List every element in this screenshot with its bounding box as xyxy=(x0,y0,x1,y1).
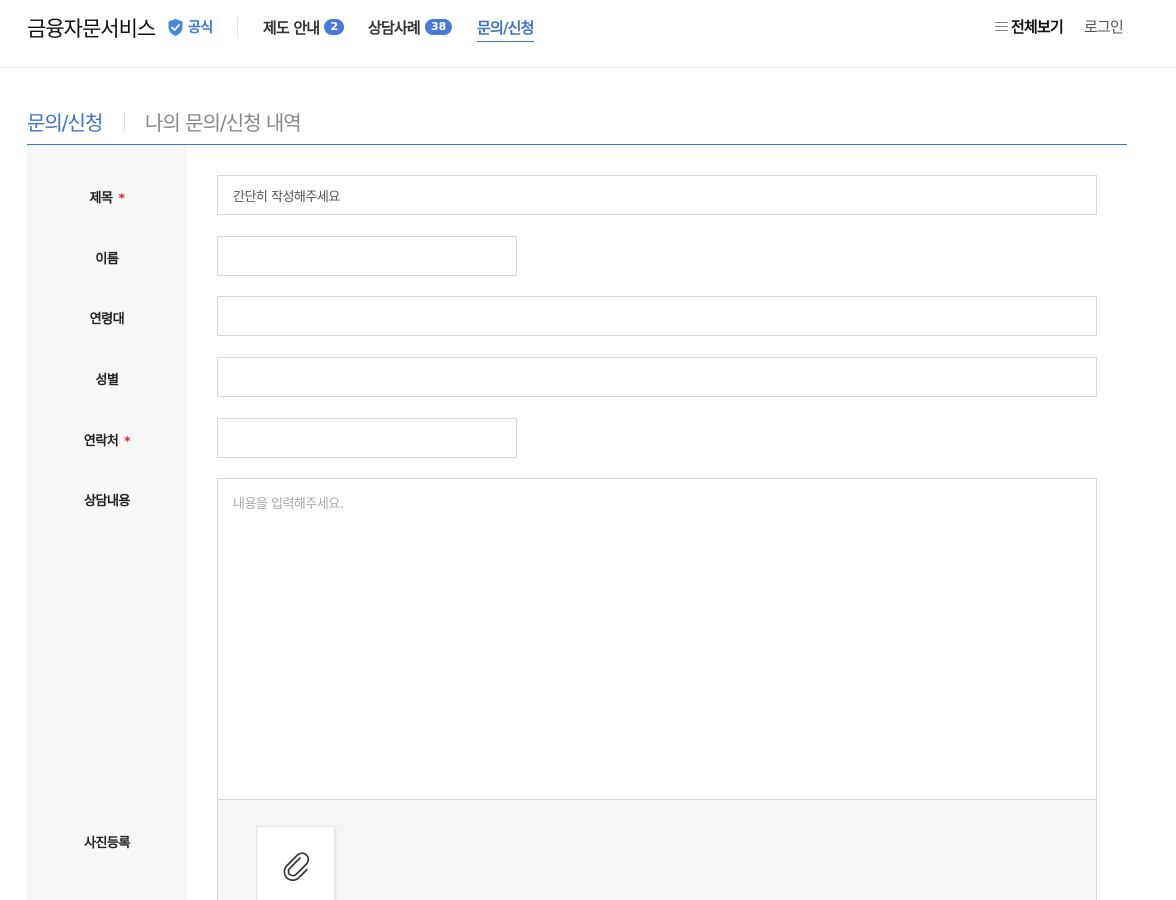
contact-input[interactable] xyxy=(217,418,517,458)
contact-field-label: 연락처 * xyxy=(27,430,187,449)
nav-case-studies[interactable]: 상담사례 38 xyxy=(368,16,453,38)
nav-inquiry[interactable]: 문의/신청 xyxy=(477,16,534,42)
tab-my-inquiries[interactable]: 나의 문의/신청 내역 xyxy=(145,107,302,136)
title-field-label: 제목 * xyxy=(27,187,187,206)
official-badge: 공식 xyxy=(188,20,213,36)
photo-upload-area xyxy=(217,799,1097,900)
photo-field-label: 사진등록 xyxy=(84,836,130,851)
menu-icon xyxy=(995,21,1008,32)
view-all-menu-button[interactable]: 전체보기 xyxy=(995,16,1064,37)
content-textarea[interactable]: 내용을 입력해주세요. xyxy=(217,478,1097,800)
count-badge: 2 xyxy=(324,19,345,35)
label-text: 연락처 xyxy=(83,434,119,449)
title-input[interactable]: 간단히 작성해주세요 xyxy=(217,175,1097,215)
age-input[interactable] xyxy=(217,296,1097,336)
tab-inquiry[interactable]: 문의/신청 xyxy=(27,107,103,136)
nav-label: 문의/신청 xyxy=(477,19,534,37)
site-brand[interactable]: 금융자문서비스 xyxy=(27,13,156,43)
content-field-label: 상담내용 xyxy=(84,494,130,509)
login-link[interactable]: 로그인 xyxy=(1084,16,1124,37)
name-field-label: 이름 xyxy=(95,252,119,267)
gender-field-label: 성별 xyxy=(95,373,119,388)
label-text: 제목 xyxy=(89,191,113,206)
name-input[interactable] xyxy=(217,236,517,276)
paperclip-icon xyxy=(283,852,309,881)
inquiry-form: 제목 * 간단히 작성해주세요 이름 연령대 성별 연락처 * 상담내용 내용을 입… xyxy=(27,145,1127,900)
view-all-label: 전체보기 xyxy=(1011,18,1064,36)
attach-file-button[interactable] xyxy=(256,826,335,900)
nav-system-guide[interactable]: 제도 안내 2 xyxy=(263,16,345,38)
required-mark: * xyxy=(118,191,125,205)
gender-input[interactable] xyxy=(217,357,1097,397)
inquiry-tabs: 문의/신청 나의 문의/신청 내역 xyxy=(27,104,1127,145)
required-mark: * xyxy=(124,434,131,448)
top-header: 금융자문서비스 공식 제도 안내 2 상담사례 38 문의/신청 전체보기 로그… xyxy=(0,0,1176,68)
count-badge: 38 xyxy=(425,19,453,35)
header-divider xyxy=(237,17,238,38)
age-field-label: 연령대 xyxy=(89,312,125,327)
tab-divider xyxy=(124,112,125,131)
nav-label: 제도 안내 xyxy=(263,18,320,37)
verified-shield-icon xyxy=(168,19,183,36)
nav-label: 상담사례 xyxy=(368,18,421,37)
